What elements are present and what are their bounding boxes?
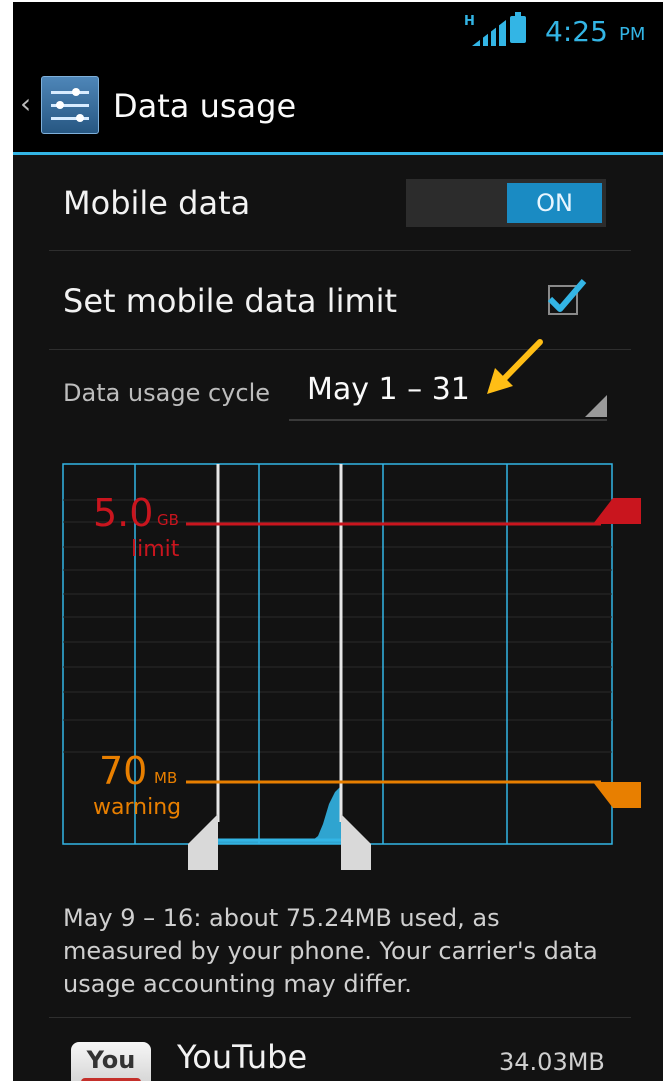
- data-usage-chart[interactable]: 5.0 GB limit 70 MB warning: [13, 452, 663, 872]
- range-end-handle: [341, 814, 371, 870]
- warning-unit: MB: [154, 769, 177, 787]
- limit-value: 5.0: [93, 491, 153, 535]
- signal-bars-icon: [472, 20, 506, 46]
- youtube-app-icon: You: [71, 1042, 151, 1081]
- annotation-arrow-icon: [487, 339, 543, 394]
- phone-screen: H 4:25 PM ‹ Data usage Mobile data ON Se…: [13, 2, 663, 1081]
- data-limit-label: Set mobile data limit: [63, 282, 398, 320]
- warning-value: 70: [99, 749, 147, 793]
- limit-handle: [593, 498, 641, 524]
- divider: [49, 250, 631, 251]
- warning-handle: [593, 782, 641, 808]
- cycle-label: Data usage cycle: [63, 379, 271, 407]
- status-ampm: PM: [619, 24, 646, 45]
- cycle-spinner[interactable]: May 1 – 31: [289, 364, 607, 421]
- youtube-icon-text: You: [86, 1046, 136, 1074]
- checkmark-icon: [547, 279, 587, 312]
- limit-unit: GB: [157, 511, 179, 529]
- toggle-on-label: ON: [507, 183, 602, 223]
- settings-sliders-icon[interactable]: [41, 76, 99, 134]
- battery-icon: [510, 12, 526, 43]
- app-size: 34.03MB: [499, 1048, 605, 1076]
- chart-week-dividers: [134, 464, 508, 844]
- divider: [49, 1017, 631, 1018]
- page-title: Data usage: [113, 87, 297, 125]
- warning-label: warning: [93, 795, 181, 820]
- app-name: YouTube: [177, 1038, 308, 1076]
- status-bar: H 4:25 PM: [13, 2, 663, 58]
- cycle-value: May 1 – 31: [307, 372, 470, 407]
- mobile-data-label: Mobile data: [63, 184, 251, 222]
- dropdown-corner-icon: [585, 395, 607, 417]
- action-bar: ‹ Data usage: [13, 58, 663, 155]
- status-time: 4:25: [545, 15, 608, 48]
- usage-summary: May 9 – 16: about 75.24MB used, as measu…: [63, 904, 598, 998]
- back-chevron-icon[interactable]: ‹: [20, 87, 31, 120]
- usage-area: [218, 786, 341, 844]
- mobile-data-toggle[interactable]: ON: [406, 179, 606, 227]
- range-start-handle: [188, 814, 218, 870]
- limit-label: limit: [131, 537, 180, 562]
